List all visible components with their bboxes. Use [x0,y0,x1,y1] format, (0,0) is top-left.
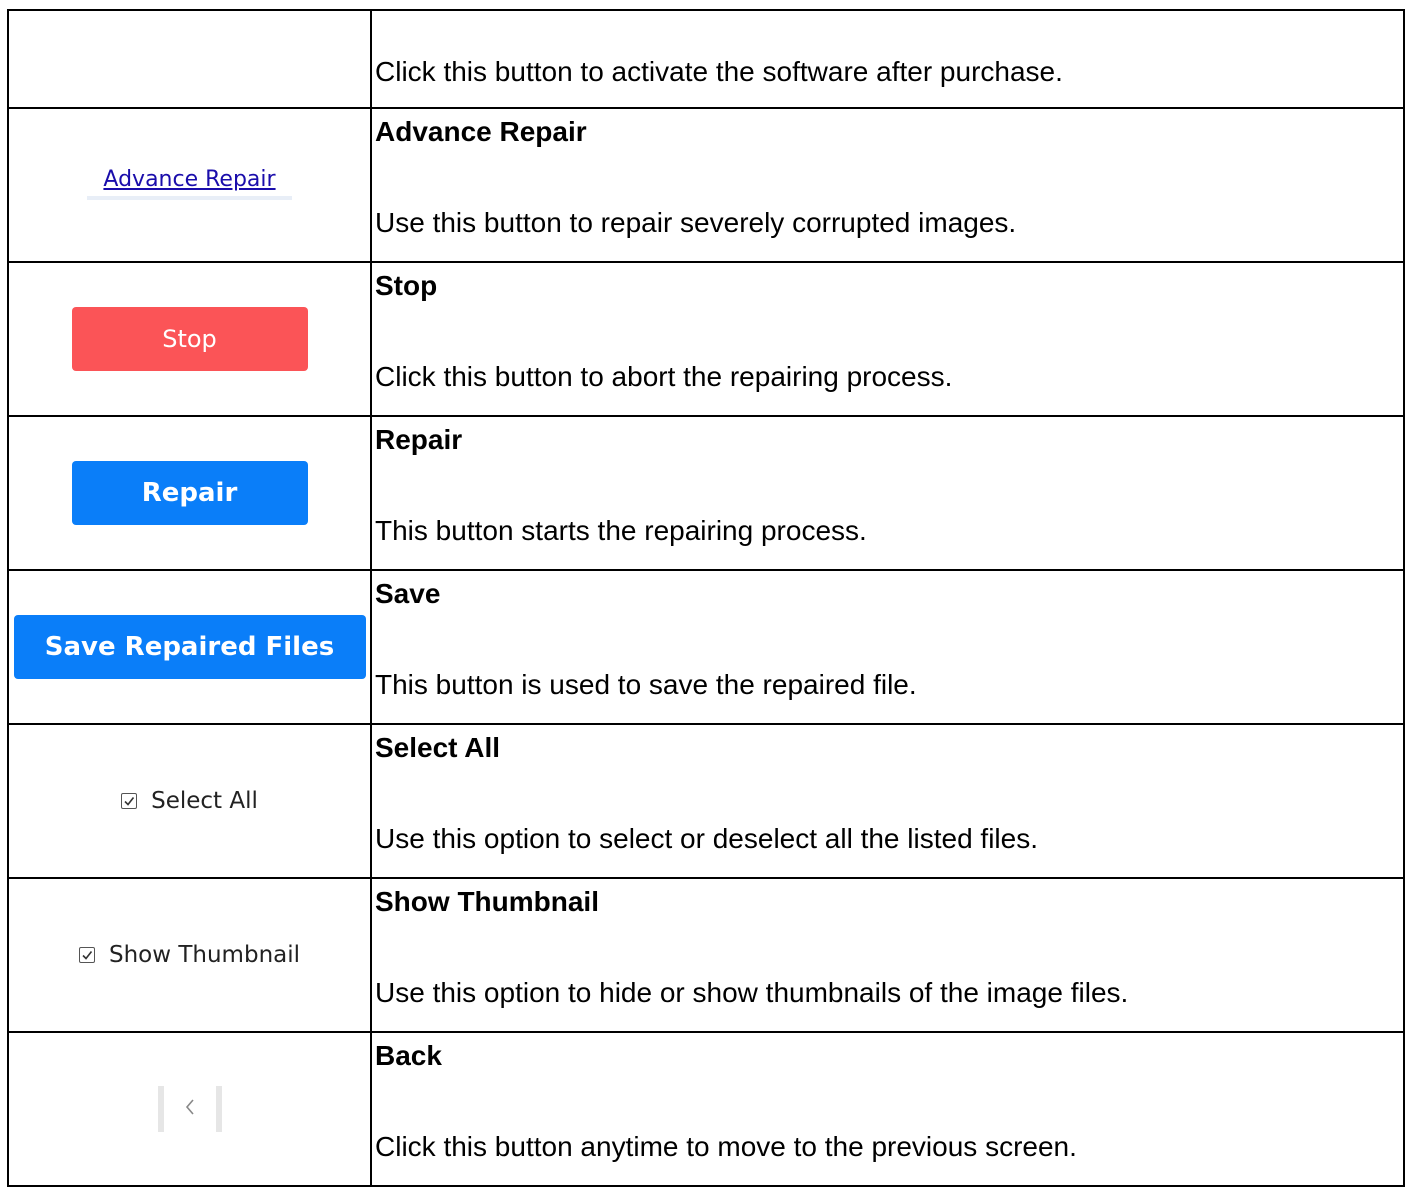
table-row: Click this button to activate the softwa… [7,9,1405,109]
description-cell: Back Click this button anytime to move t… [370,1031,1405,1187]
row-title: Advance Repair [375,116,587,147]
table-row: Repair Repair This button starts the rep… [7,415,1405,571]
description-cell: Save This button is used to save the rep… [370,569,1405,725]
control-preview-cell: Select All [7,723,372,879]
control-preview-cell: Advance Repair [7,107,372,263]
row-title: Repair [375,424,463,455]
show-thumbnail-label: Show Thumbnail [108,942,301,968]
row-title: Save [375,578,441,609]
row-description: This button starts the repairing process… [375,515,867,546]
control-preview-cell [7,1031,372,1187]
row-description: Click this button to activate the softwa… [375,56,1063,87]
checkbox-checked-icon[interactable] [121,793,138,809]
table-row: Advance Repair Advance Repair Use this b… [7,107,1405,263]
row-description: This button is used to save the repaired… [375,669,917,700]
table-row: Show Thumbnail Show Thumbnail Use this o… [7,877,1405,1033]
show-thumbnail-checkbox[interactable]: Show Thumbnail [78,942,301,968]
table-row: Save Repaired Files Save This button is … [7,569,1405,725]
select-all-label: Select All [151,788,258,814]
checkbox-checked-icon[interactable] [78,947,95,963]
row-description: Use this button to repair severely corru… [375,207,1017,238]
table-row: Stop Stop Click this button to abort the… [7,261,1405,417]
row-title: Back [375,1040,442,1071]
control-preview-cell [7,9,372,109]
description-cell: Stop Click this button to abort the repa… [370,261,1405,417]
row-description: Click this button anytime to move to the… [375,1131,1077,1162]
select-all-checkbox[interactable]: Select All [121,788,258,814]
repair-button[interactable]: Repair [71,461,308,525]
help-table: Click this button to activate the softwa… [7,9,1405,1187]
row-description: Click this button to abort the repairing… [375,361,953,392]
table-row: Back Click this button anytime to move t… [7,1031,1405,1187]
advance-repair-link[interactable]: Advance Repair [87,167,292,200]
description-cell: Advance Repair Use this button to repair… [370,107,1405,263]
row-description: Use this option to hide or show thumbnai… [375,977,1129,1008]
control-preview-cell: Stop [7,261,372,417]
save-repaired-files-button[interactable]: Save Repaired Files [13,615,366,679]
description-cell: Repair This button starts the repairing … [370,415,1405,571]
table-row: Select All Select All Use this option to… [7,723,1405,879]
row-title: Show Thumbnail [375,886,599,917]
control-preview-cell: Save Repaired Files [7,569,372,725]
stop-button[interactable]: Stop [71,307,308,371]
row-title: Select All [375,732,501,763]
description-cell: Click this button to activate the softwa… [370,9,1405,109]
back-button[interactable] [157,1086,222,1132]
description-cell: Show Thumbnail Use this option to hide o… [370,877,1405,1033]
row-title: Stop [375,270,438,301]
row-description: Use this option to select or deselect al… [375,823,1039,854]
control-preview-cell: Repair [7,415,372,571]
control-preview-cell: Show Thumbnail [7,877,372,1033]
description-cell: Select All Use this option to select or … [370,723,1405,879]
chevron-left-icon [183,1097,197,1122]
